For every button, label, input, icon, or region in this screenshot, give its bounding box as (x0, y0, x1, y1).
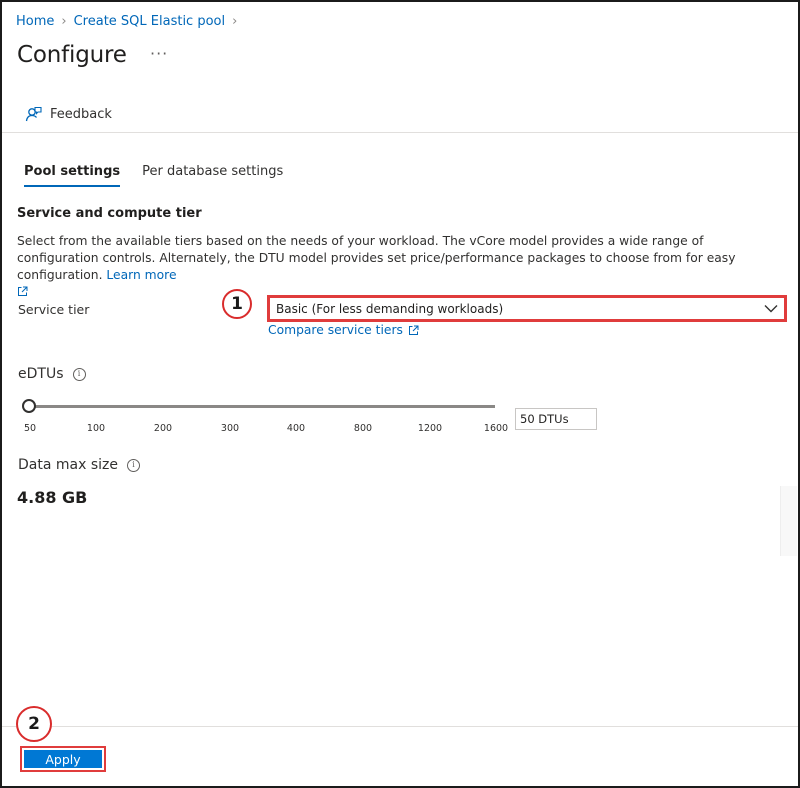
scrollbar[interactable] (780, 486, 797, 556)
chevron-right-icon: › (61, 14, 67, 29)
edtus-value-input[interactable] (515, 408, 597, 430)
slider-tick-label: 200 (153, 423, 173, 434)
edtus-slider-thumb[interactable] (22, 399, 36, 413)
page-title: Configure (17, 42, 127, 68)
data-max-size-value: 4.88 GB (17, 488, 88, 507)
external-link-icon (18, 286, 28, 296)
data-max-size-label: Data max size (18, 457, 118, 473)
service-tier-dropdown[interactable]: Basic (For less demanding workloads) (267, 295, 787, 322)
feedback-icon (24, 106, 42, 123)
tab-per-database-settings[interactable]: Per database settings (142, 164, 283, 185)
tab-pool-settings[interactable]: Pool settings (24, 164, 121, 187)
edtus-label: eDTUs (18, 366, 64, 382)
breadcrumb-home-link[interactable]: Home (16, 14, 54, 29)
callout-1-badge: 1 (222, 289, 252, 319)
compare-service-tiers-link[interactable]: Compare service tiers (268, 323, 419, 337)
slider-tick-label: 1600 (483, 423, 509, 434)
slider-tick-label: 100 (86, 423, 106, 434)
edtus-slider-track[interactable] (29, 405, 495, 408)
section-description: Select from the available tiers based on… (17, 233, 787, 301)
slider-tick-label: 1200 (417, 423, 443, 434)
tab-bar: Pool settings Per database settings (24, 164, 283, 187)
slider-tick-label: 800 (353, 423, 373, 434)
service-tier-selected: Basic (For less demanding workloads) (276, 301, 504, 316)
breadcrumb: Home › Create SQL Elastic pool › (16, 14, 237, 29)
info-icon[interactable]: i (72, 367, 86, 381)
slider-tick-label: 400 (286, 423, 306, 434)
chevron-down-icon (764, 302, 778, 316)
configure-panel: Home › Create SQL Elastic pool › Configu… (0, 0, 800, 788)
feedback-label: Feedback (50, 107, 112, 122)
data-max-size-header: Data max size i (18, 457, 140, 473)
feedback-button[interactable]: Feedback (24, 106, 112, 123)
edtus-header: eDTUs i (18, 366, 86, 382)
chevron-right-icon: › (232, 14, 238, 29)
external-link-icon (408, 325, 419, 335)
slider-tick-label: 50 (23, 423, 37, 434)
service-tier-label: Service tier (18, 302, 90, 317)
info-icon[interactable]: i (126, 458, 140, 472)
toolbar-divider (2, 132, 798, 133)
apply-button[interactable]: Apply (20, 746, 106, 772)
section-heading: Service and compute tier (17, 206, 202, 221)
breadcrumb-create-pool-link[interactable]: Create SQL Elastic pool (74, 14, 226, 29)
footer-divider (2, 726, 798, 727)
callout-2-badge: 2 (16, 706, 52, 742)
slider-tick-label: 300 (220, 423, 240, 434)
more-options-button[interactable]: ··· (150, 44, 168, 63)
